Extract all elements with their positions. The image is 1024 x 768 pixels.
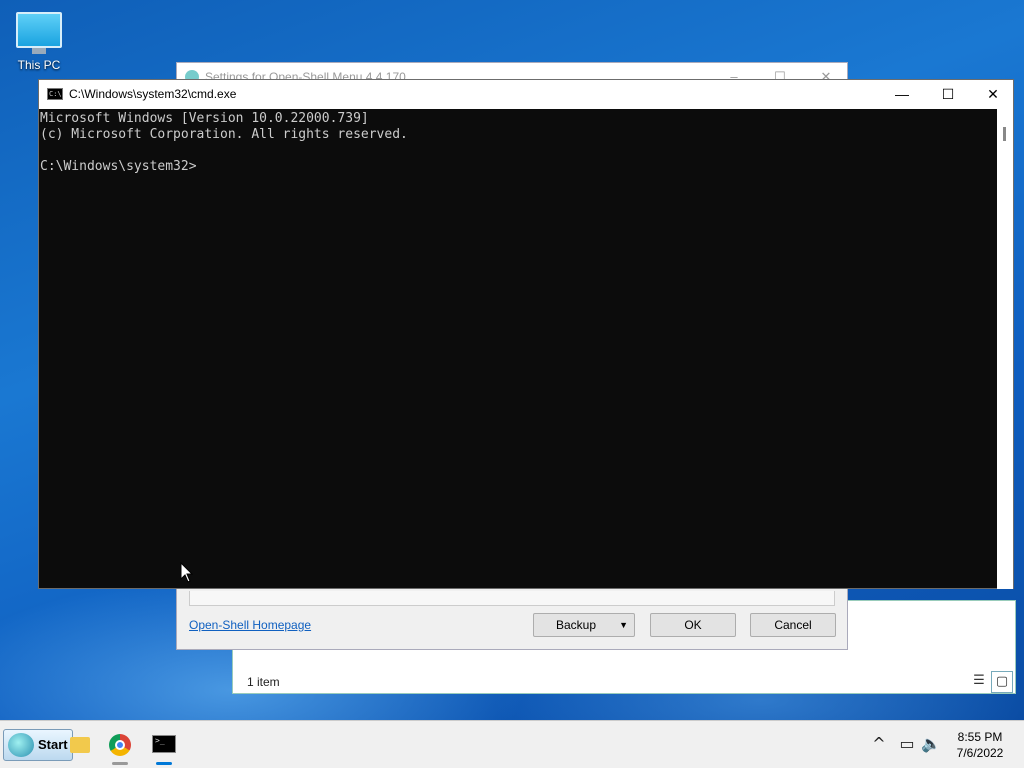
chrome-taskbar-button[interactable] [104, 729, 136, 765]
file-explorer-taskbar-button[interactable] [68, 729, 100, 761]
ok-button[interactable]: OK [650, 613, 736, 637]
folder-icon [70, 737, 90, 753]
console-line: Microsoft Windows [Version 10.0.22000.73… [40, 111, 369, 126]
console-prompt: C:\Windows\system32> [40, 159, 197, 174]
start-label: Start [38, 737, 68, 752]
open-shell-homepage-link[interactable]: Open-Shell Homepage [189, 618, 311, 632]
cmd-titlebar[interactable]: C:\ C:\Windows\system32\cmd.exe — ☐ ✕ [39, 80, 1013, 109]
console-output[interactable]: Microsoft Windows [Version 10.0.22000.73… [39, 109, 999, 589]
console-scrollbar[interactable] [997, 109, 1013, 589]
network-icon[interactable]: ▭ [896, 733, 918, 755]
active-indicator [156, 762, 172, 765]
cmd-taskbar-button[interactable]: >_ [148, 729, 180, 765]
dropdown-arrow-icon: ▼ [619, 620, 628, 630]
taskbar: Start >_ ^ ▭ 🔈 8:55 PM 7/6/2022 [0, 720, 1024, 768]
mouse-cursor-icon [180, 562, 194, 583]
console-line: (c) Microsoft Corporation. All rights re… [40, 127, 408, 142]
backup-label: Backup [556, 618, 597, 632]
open-shell-orb-icon [8, 733, 34, 757]
close-button[interactable]: ✕ [970, 80, 1016, 109]
chevron-up-icon[interactable]: ^ [868, 733, 890, 755]
clock-date: 7/6/2022 [956, 746, 1004, 760]
cancel-button[interactable]: Cancel [750, 613, 836, 637]
clock[interactable]: 8:55 PM 7/6/2022 [948, 729, 1012, 761]
start-button[interactable]: Start [3, 729, 73, 761]
cmd-window: C:\ C:\Windows\system32\cmd.exe — ☐ ✕ Mi… [38, 79, 1014, 589]
status-item-count: 1 item [247, 675, 280, 689]
this-pc-desktop-icon[interactable]: This PC [10, 8, 68, 78]
settings-panel [189, 591, 835, 606]
large-icons-view-icon[interactable]: ▢ [991, 671, 1013, 693]
scrollbar-thumb[interactable] [1003, 127, 1006, 141]
details-view-icon[interactable]: ☰ [969, 671, 989, 691]
clock-time: 8:55 PM [957, 730, 1003, 744]
cmd-icon: C:\ [47, 88, 63, 100]
cmd-title: C:\Windows\system32\cmd.exe [69, 87, 237, 101]
monitor-icon [16, 12, 62, 48]
backup-button[interactable]: Backup ▼ [533, 613, 635, 637]
minimize-button[interactable]: — [879, 80, 925, 109]
maximize-button[interactable]: ☐ [925, 80, 971, 109]
this-pc-label: This PC [17, 58, 61, 72]
volume-icon[interactable]: 🔈 [920, 733, 942, 755]
terminal-icon: >_ [152, 735, 176, 753]
